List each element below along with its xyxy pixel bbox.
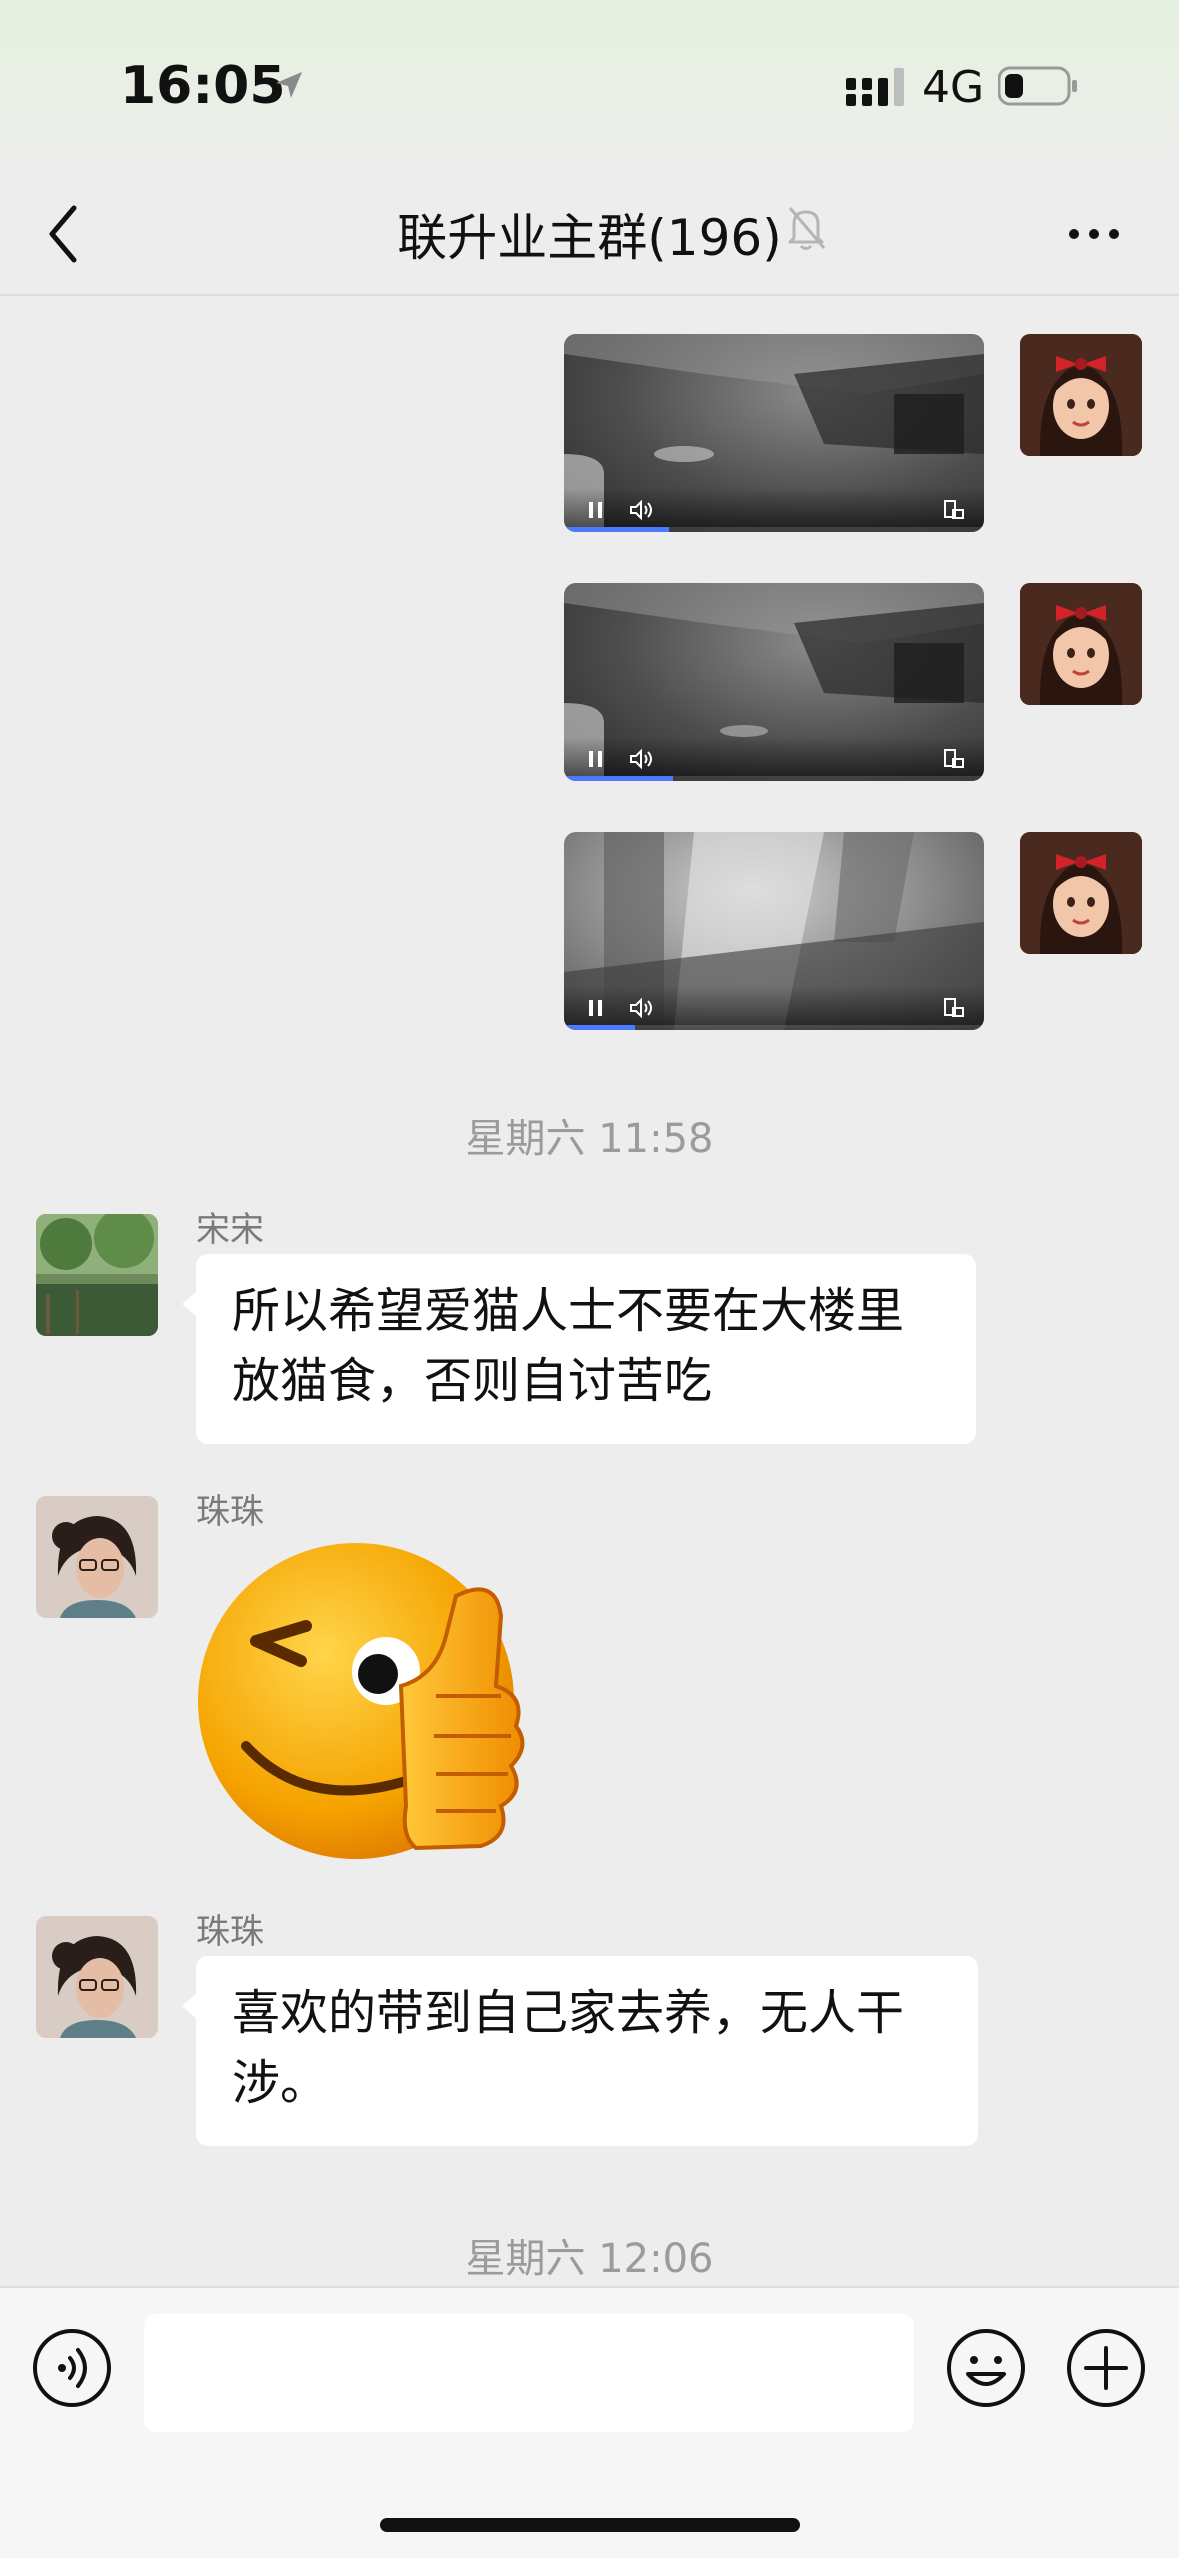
video-controls: [564, 986, 984, 1030]
video-controls: [564, 488, 984, 532]
network-type: 4G: [922, 62, 985, 113]
mute-bell-icon: [788, 207, 826, 250]
wink-thumbs-up-sticker[interactable]: [196, 1536, 536, 1866]
chat-title[interactable]: 联升业主群(196): [0, 198, 1179, 270]
avatar-image: [1020, 583, 1142, 705]
avatar[interactable]: [36, 1496, 158, 1618]
avatar-image: [36, 1496, 158, 1618]
message-line: 涉。: [232, 2055, 329, 2111]
avatar[interactable]: [1020, 334, 1142, 456]
location-arrow-icon: [276, 72, 302, 98]
video-controls: [564, 737, 984, 781]
battery-icon: [998, 66, 1077, 106]
avatar[interactable]: [1020, 583, 1142, 705]
avatar[interactable]: [36, 1916, 158, 2038]
status-time: 16:05: [120, 56, 286, 116]
screen-icon[interactable]: [942, 498, 966, 522]
avatar[interactable]: [1020, 832, 1142, 954]
avatar[interactable]: [36, 1214, 158, 1336]
sender-name: 珠珠: [196, 1912, 264, 1952]
video-progress[interactable]: [564, 527, 984, 532]
message-input[interactable]: [144, 2314, 914, 2432]
home-indicator[interactable]: [380, 2518, 800, 2532]
status-bar: 16:05 4G: [0, 0, 1179, 170]
text-message-bubble[interactable]: 所以希望爱猫人士不要在大楼里 放猫食，否则自讨苦吃: [182, 1254, 976, 1444]
avatar-image: [36, 1916, 158, 2038]
message-line: 所以希望爱猫人士不要在大楼里: [232, 1283, 905, 1339]
sender-name: 珠珠: [196, 1492, 264, 1532]
timestamp: 星期六 12:06: [465, 2236, 714, 2282]
video-message[interactable]: [564, 832, 984, 1030]
message-line: 放猫食，否则自讨苦吃: [232, 1353, 713, 1409]
screen-icon[interactable]: [942, 747, 966, 771]
avatar-image: [1020, 334, 1142, 456]
emoji-icon[interactable]: [946, 2328, 1026, 2408]
video-progress[interactable]: [564, 776, 984, 781]
video-message[interactable]: [564, 334, 984, 532]
avatar-image: [1020, 832, 1142, 954]
input-bar: [0, 2286, 1179, 2558]
progress-fill: [564, 527, 669, 532]
volume-icon[interactable]: [628, 996, 656, 1020]
progress-fill: [564, 1025, 636, 1030]
pause-icon[interactable]: [584, 747, 608, 771]
timestamp: 星期六 11:58: [465, 1116, 714, 1162]
message-line: 喜欢的带到自己家去养，无人干: [232, 1985, 905, 2041]
sender-name: 宋宋: [196, 1210, 264, 1250]
video-progress[interactable]: [564, 1025, 984, 1030]
screen-icon[interactable]: [942, 996, 966, 1020]
pause-icon[interactable]: [584, 996, 608, 1020]
voice-icon[interactable]: [32, 2328, 112, 2408]
signal-icon: [846, 68, 904, 106]
video-message[interactable]: [564, 583, 984, 781]
pause-icon[interactable]: [584, 498, 608, 522]
chat-header: 联升业主群(196): [0, 170, 1179, 296]
plus-icon[interactable]: [1066, 2328, 1146, 2408]
volume-icon[interactable]: [628, 747, 656, 771]
volume-icon[interactable]: [628, 498, 656, 522]
avatar-image: [36, 1214, 158, 1336]
text-message-bubble[interactable]: 喜欢的带到自己家去养，无人干 涉。: [182, 1956, 978, 2146]
more-icon[interactable]: [1066, 222, 1122, 246]
progress-fill: [564, 776, 674, 781]
